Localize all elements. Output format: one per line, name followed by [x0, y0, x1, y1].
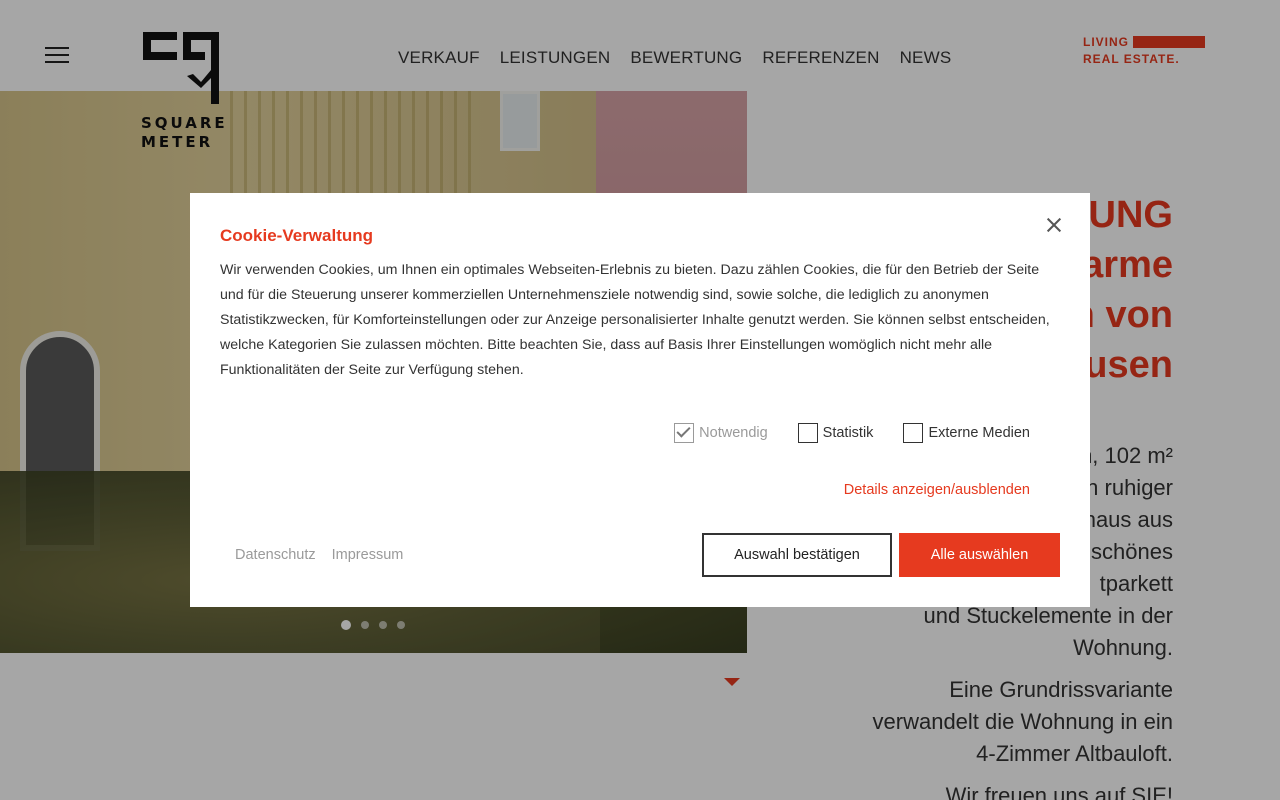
notwendig-checkbox	[674, 423, 695, 443]
option-externe-medien[interactable]: Externe Medien	[903, 423, 1030, 443]
option-label: Statistik	[822, 425, 874, 441]
close-icon[interactable]	[1047, 218, 1061, 232]
cookie-footer-links: Datenschutz Impressum	[235, 547, 415, 563]
statistik-checkbox[interactable]	[797, 423, 818, 443]
details-toggle-link[interactable]: Details anzeigen/ausblenden	[844, 482, 1030, 498]
option-label: Externe Medien	[928, 425, 1030, 441]
cookie-modal: Cookie-Verwaltung Wir verwenden Cookies,…	[190, 193, 1090, 607]
option-statistik[interactable]: Statistik	[797, 423, 874, 443]
confirm-selection-button[interactable]: Auswahl bestätigen	[702, 533, 892, 577]
checkmark-icon	[676, 423, 691, 438]
datenschutz-link[interactable]: Datenschutz	[235, 547, 316, 563]
option-notwendig: Notwendig	[674, 423, 768, 443]
cookie-title: Cookie-Verwaltung	[220, 226, 374, 245]
cookie-text: Wir verwenden Cookies, um Ihnen ein opti…	[220, 262, 1050, 378]
externe-medien-checkbox[interactable]	[903, 423, 924, 443]
option-label: Notwendig	[699, 425, 768, 441]
accept-all-button[interactable]: Alle auswählen	[899, 533, 1060, 577]
cookie-options: Notwendig Statistik Externe Medien	[644, 423, 1030, 443]
impressum-link[interactable]: Impressum	[332, 547, 404, 563]
